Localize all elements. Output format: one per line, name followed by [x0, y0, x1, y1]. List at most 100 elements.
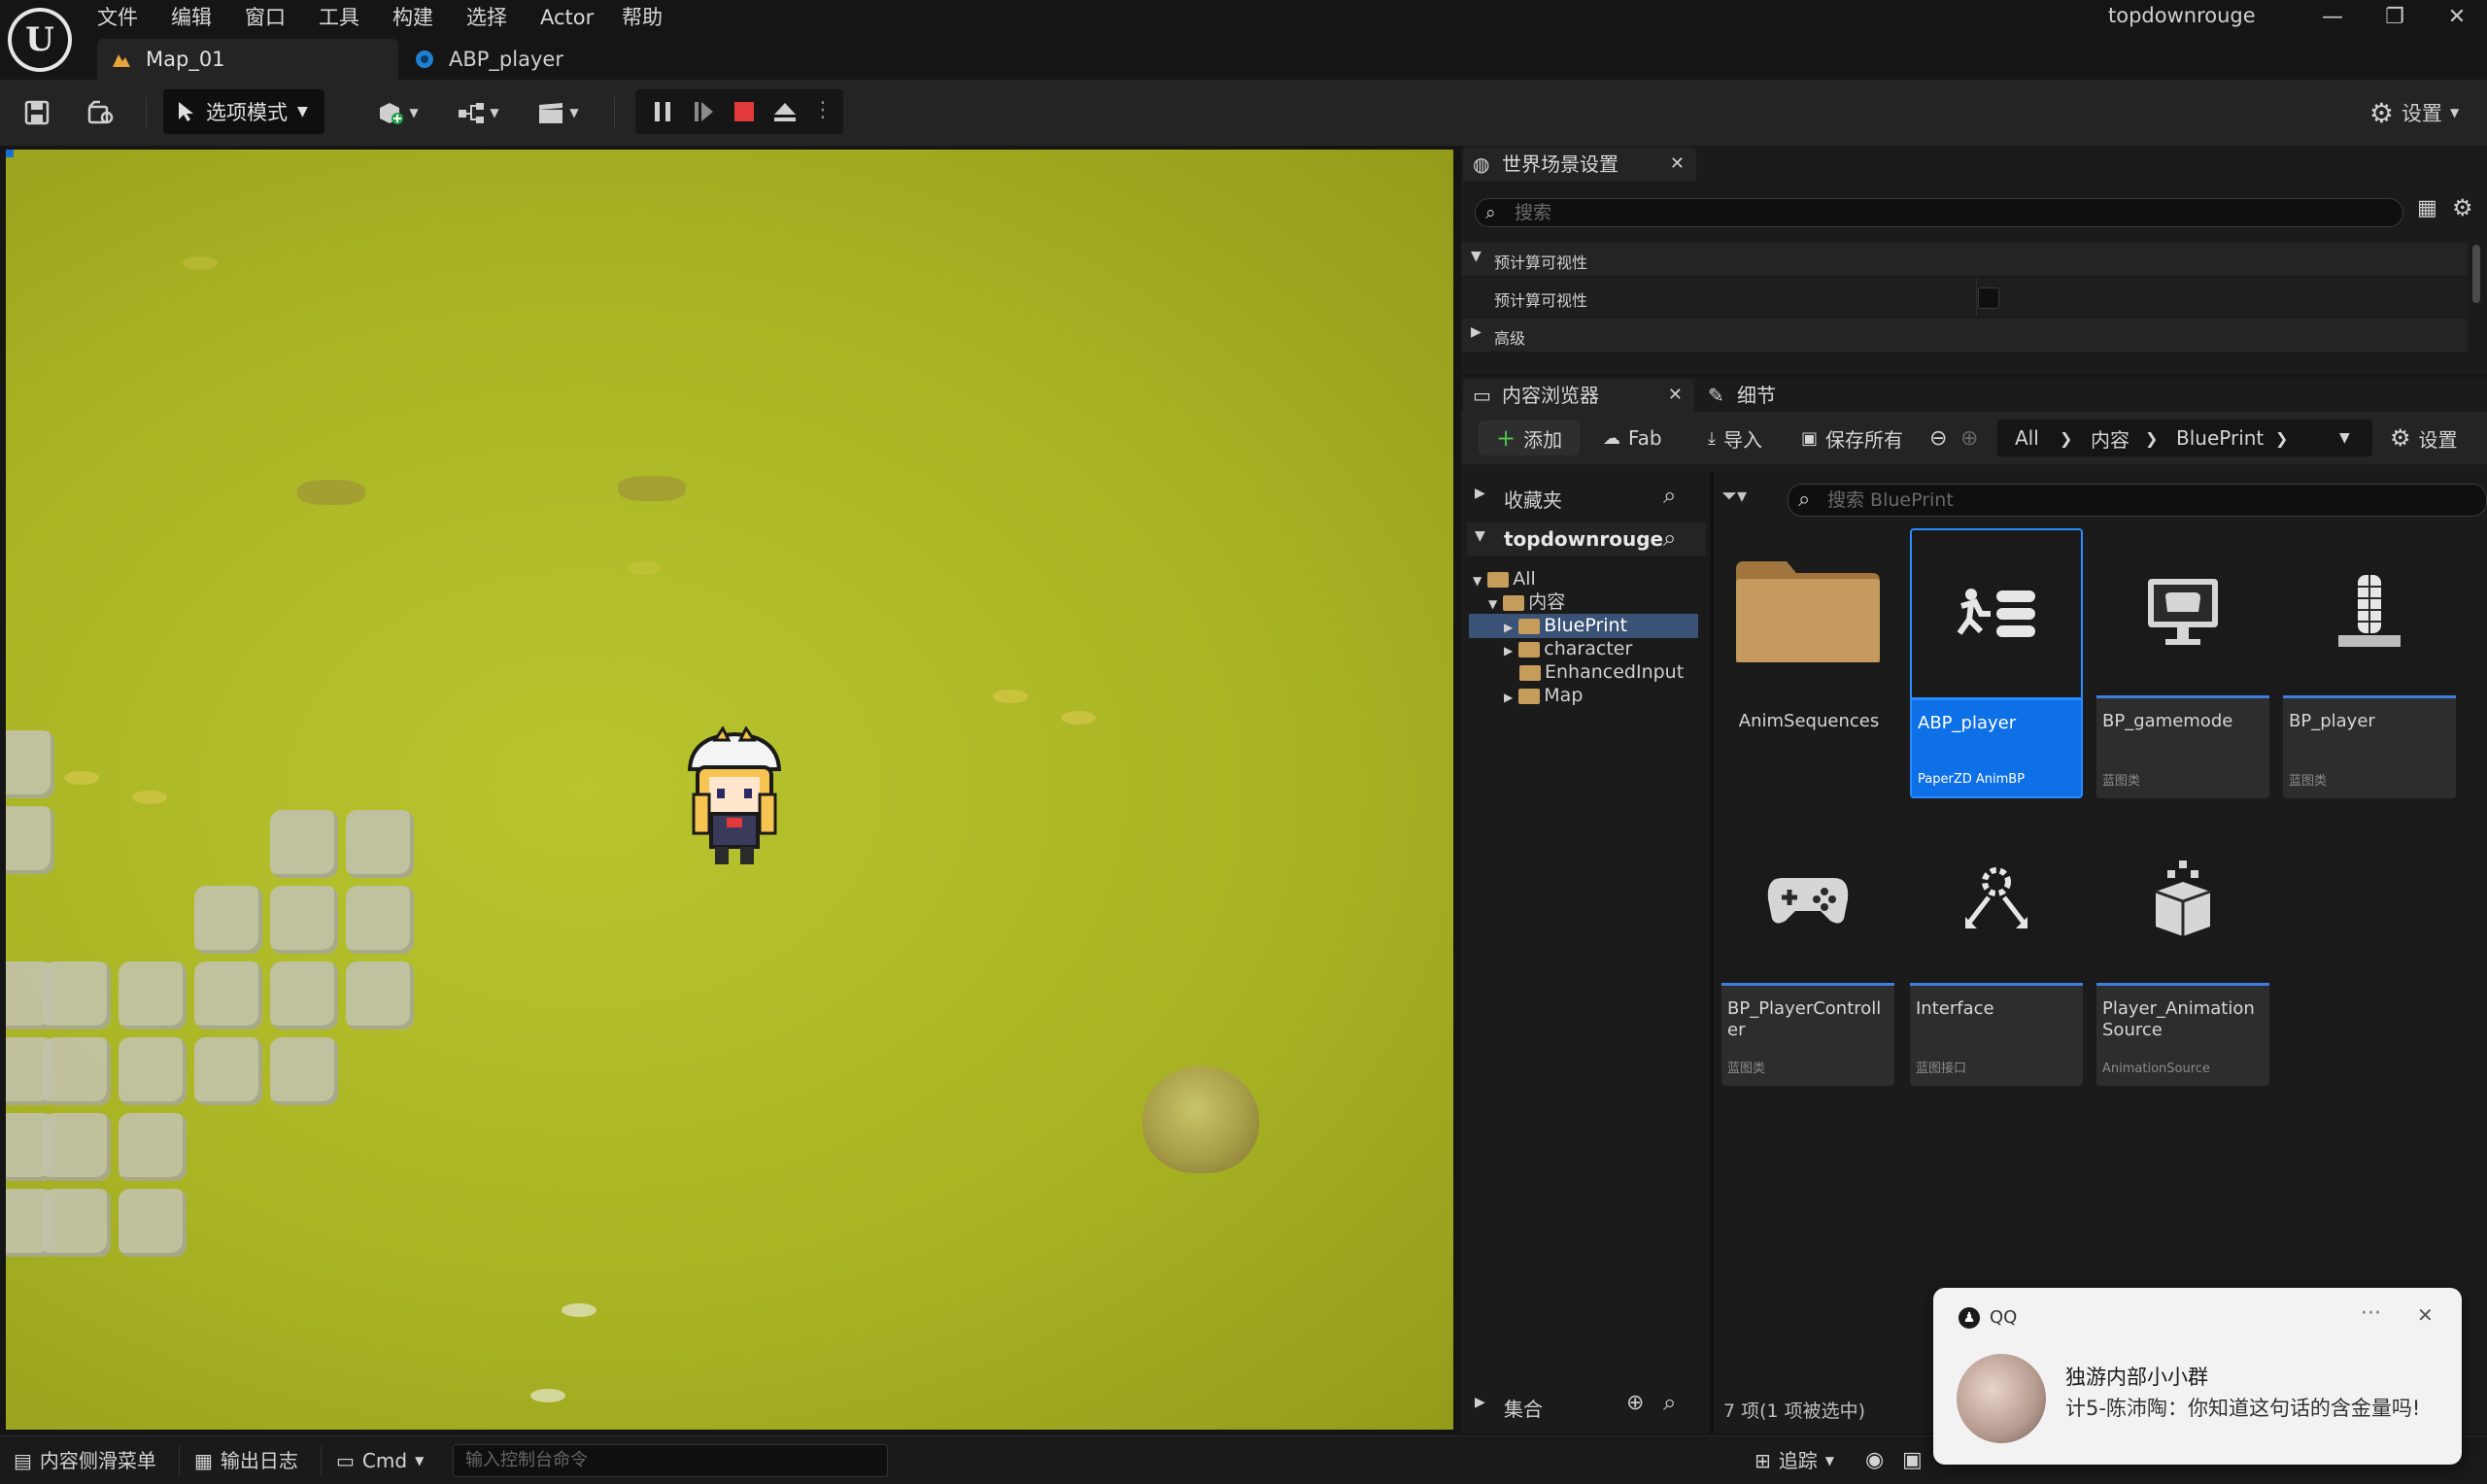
save-all-button[interactable]: ▣ 保存所有 — [1801, 421, 1903, 455]
search-icon[interactable]: ⌕ — [1663, 1389, 1676, 1416]
eject-icon[interactable] — [771, 98, 799, 125]
menu-file[interactable]: 文件 — [97, 2, 138, 33]
tab-content-browser[interactable]: ▭ 内容浏览器 ✕ — [1463, 379, 1694, 412]
collections-header[interactable]: ▶ 集合 ⊕ ⌕ — [1467, 1387, 1706, 1422]
restore-icon[interactable]: ❐ — [2370, 2, 2419, 33]
breadcrumb-blueprint[interactable]: BluePrint — [2176, 421, 2264, 455]
cmd-label: Cmd — [361, 1449, 408, 1472]
close-window-icon[interactable]: ✕ — [2433, 2, 2481, 33]
asset-tile-animsequences[interactable]: AnimSequences — [1721, 528, 1894, 798]
asset-tile-abp-player[interactable]: ABP_player PaperZD AnimBP — [1910, 528, 2083, 798]
asset-tile-bp-playercontroller[interactable]: BP_PlayerController 蓝图类 — [1721, 816, 1894, 1086]
tab-details[interactable]: ✎ 细节 — [1698, 379, 1815, 412]
tree-item-map[interactable]: ▶ Map — [1504, 684, 1583, 708]
menu-window[interactable]: 窗口 — [245, 2, 286, 33]
level-viewport[interactable] — [6, 150, 1453, 1430]
tree-item-label: Map — [1544, 685, 1584, 706]
revision-control-icon[interactable]: ▣ — [1902, 1446, 1923, 1475]
menu-select[interactable]: 选择 — [466, 2, 507, 33]
unreal-logo-icon[interactable]: U — [8, 8, 72, 72]
add-collection-icon[interactable]: ⊕ — [1626, 1391, 1644, 1415]
scrollbar[interactable] — [2470, 241, 2483, 373]
menu-help[interactable]: 帮助 — [622, 2, 663, 33]
chevron-right-icon: ❯ — [2275, 428, 2289, 448]
breadcrumb-content[interactable]: 内容 — [2091, 421, 2129, 455]
live-coding-icon[interactable]: ◉ — [1865, 1446, 1884, 1475]
more-options-icon[interactable]: ··· — [2361, 1301, 2381, 1326]
anim-blueprint-tab-icon — [416, 51, 433, 68]
tab-world-settings[interactable]: ◍ 世界场景设置 ✕ — [1463, 148, 1696, 181]
table-view-icon[interactable]: ▦ — [2417, 196, 2437, 220]
browse-icon[interactable] — [82, 93, 120, 132]
qq-notification[interactable]: ♟ QQ ··· ✕ 独游内部小小群 计5-陈沛陶：你知道这句话的含金量吗! — [1933, 1288, 2462, 1465]
back-icon[interactable]: ⊖ — [1929, 421, 1947, 455]
cinematics-button[interactable]: ▼ — [528, 93, 587, 132]
menu-actor[interactable]: Actor — [540, 2, 594, 33]
tree-item-content[interactable]: ▼ 内容 — [1488, 590, 1565, 615]
trace-icon: ⊞ — [1755, 1449, 1771, 1472]
bush-sprite[interactable] — [1142, 1066, 1259, 1173]
minimize-icon[interactable]: — — [2308, 2, 2357, 33]
project-header[interactable]: ▼ topdownrouge ⌕ — [1467, 523, 1706, 556]
tree-item-all[interactable]: ▼ All — [1473, 567, 1536, 591]
search-icon[interactable]: ⌕ — [1663, 482, 1676, 509]
fab-button[interactable]: ☁ Fab — [1603, 421, 1662, 455]
add-button[interactable]: + 添加 — [1479, 421, 1581, 455]
settings-label: 设置 — [2401, 102, 2442, 125]
pencil-icon: ✎ — [1708, 384, 1724, 407]
tab-abp-player[interactable]: ABP_player — [400, 39, 692, 80]
cb-settings-button[interactable]: ⚙ 设置 — [2390, 421, 2458, 455]
mode-select[interactable]: 选项模式 ▼ — [163, 89, 324, 134]
stone-tile — [346, 886, 414, 954]
asset-tile-bp-gamemode[interactable]: BP_gamemode 蓝图类 — [2096, 528, 2269, 798]
world-settings-search-input[interactable]: ⌕ 搜索 — [1475, 198, 2403, 227]
asset-tile-interface[interactable]: Interface 蓝图接口 — [1910, 816, 2083, 1086]
asset-tile-player-animation-source[interactable]: Player_Animation Source AnimationSource — [2096, 816, 2269, 1086]
cmd-select[interactable]: ▭ Cmd ▼ — [336, 1446, 424, 1475]
breadcrumb-all[interactable]: All — [2015, 421, 2039, 455]
asset-tile-bp-player[interactable]: BP_player 蓝图类 — [2283, 528, 2456, 798]
skip-frame-icon[interactable] — [690, 98, 717, 125]
console-input[interactable]: 输入控制台命令 — [453, 1444, 888, 1477]
folder-icon — [1487, 571, 1510, 588]
close-icon[interactable]: ✕ — [1668, 379, 1683, 412]
add-actor-icon — [380, 103, 404, 124]
search-icon[interactable]: ⌕ — [1663, 524, 1676, 552]
output-log-button[interactable]: ▦ 输出日志 — [194, 1446, 298, 1475]
splitter[interactable] — [1710, 472, 1714, 1433]
close-icon[interactable]: ✕ — [1670, 148, 1685, 181]
menu-tools[interactable]: 工具 — [319, 2, 359, 33]
close-icon[interactable]: ✕ — [2417, 1303, 2434, 1327]
tab-map-01[interactable]: Map_01 — [97, 39, 398, 80]
chevron-down-icon: ▼ — [409, 106, 419, 119]
save-icon[interactable] — [17, 93, 56, 132]
gear-icon[interactable]: ⚙ — [2452, 194, 2473, 221]
settings-button[interactable]: ⚙ 设置 ▼ — [2361, 93, 2468, 132]
tree-item-character[interactable]: ▶ character — [1504, 637, 1632, 661]
tree-item-blueprint[interactable]: ▶ BluePrint — [1469, 614, 1698, 638]
section-advanced-header[interactable]: ▶ 高级 — [1461, 319, 2468, 352]
tree-item-enhancedinput[interactable]: EnhancedInput — [1519, 660, 1684, 685]
add-actor-button[interactable]: ▼ — [367, 93, 427, 132]
grass-tuft — [562, 1303, 596, 1317]
forward-icon[interactable]: ⊕ — [1960, 421, 1978, 455]
filter-icon[interactable]: ⏷▾ — [1721, 484, 1747, 507]
chevron-down-icon[interactable]: ▼ — [2339, 421, 2350, 455]
menu-build[interactable]: 构建 — [392, 2, 433, 33]
precomputed-visibility-checkbox[interactable] — [1978, 287, 1999, 309]
import-button[interactable]: ⤓ 导入 — [1708, 421, 1762, 455]
favorites-header[interactable]: ▶ 收藏夹 ⌕ — [1467, 480, 1706, 513]
player-character-sprite[interactable] — [676, 726, 793, 872]
asset-search-input[interactable]: ⌕ 搜索 BluePrint — [1788, 484, 2487, 517]
content-drawer-button[interactable]: ▤ 内容侧滑菜单 — [14, 1446, 156, 1475]
trace-button[interactable]: ⊞ 追踪 ▼ — [1755, 1446, 1834, 1475]
more-options-icon[interactable]: ⋮ — [812, 98, 834, 125]
menu-edit[interactable]: 编辑 — [171, 2, 212, 33]
chevron-down-icon: ▼ — [415, 1454, 425, 1467]
pause-icon[interactable] — [649, 98, 676, 125]
asset-name: Player_Animation Source — [2102, 998, 2255, 1040]
blueprint-button[interactable]: ▼ — [449, 93, 507, 132]
stop-icon[interactable] — [731, 98, 758, 125]
breadcrumb: All ❯ 内容 ❯ BluePrint ❯ ▼ — [1997, 420, 2372, 456]
section-precomputed-header[interactable]: ▼ 预计算可视性 — [1461, 243, 2468, 276]
